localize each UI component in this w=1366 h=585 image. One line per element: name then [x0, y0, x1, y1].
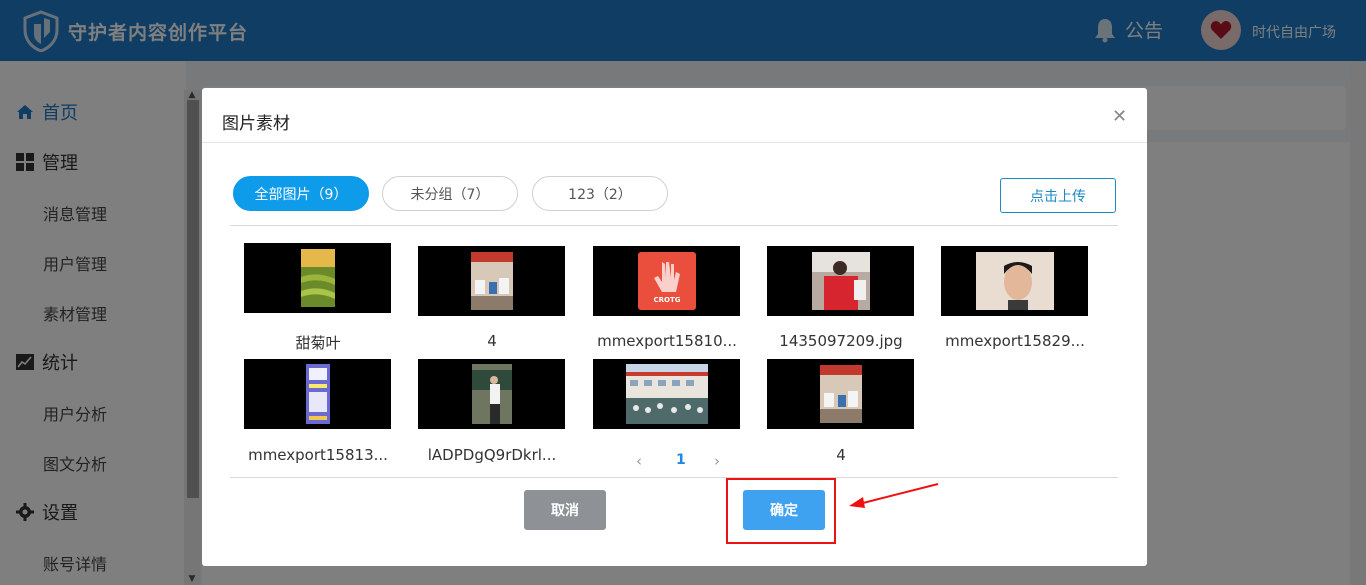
- image-thumb-9[interactable]: [767, 359, 914, 429]
- image-thumb-4[interactable]: [767, 246, 914, 316]
- divider: [230, 225, 1118, 226]
- dialog-title: 图片素材: [222, 114, 290, 134]
- tab-group-123[interactable]: 123（2）: [532, 176, 668, 211]
- highlight-box: [726, 478, 836, 544]
- image-caption: 甜菊叶: [295, 334, 341, 352]
- image-caption: lADPDgQ9rDkrl...: [427, 446, 557, 464]
- image-caption: 1435097209.jpg: [779, 332, 903, 350]
- tab-ungrouped[interactable]: 未分组（7）: [382, 176, 518, 211]
- divider: [202, 142, 1147, 143]
- cancel-button[interactable]: 取消: [524, 490, 606, 530]
- pagination-page[interactable]: 1: [676, 452, 686, 468]
- poster-image: [305, 364, 330, 424]
- image-thumb-7[interactable]: [418, 359, 565, 429]
- app-root: 守护者内容创作平台 公告 时代自由广场 首页: [0, 0, 1366, 585]
- image-thumb-8[interactable]: [593, 359, 740, 429]
- pagination-prev-icon[interactable]: ‹: [636, 452, 642, 470]
- red-arrow-icon: [849, 483, 939, 508]
- crotg-logo-image: CROTG: [637, 252, 696, 310]
- upload-button[interactable]: 点击上传: [1000, 178, 1116, 213]
- classroom-image: [470, 252, 513, 310]
- image-caption: 4: [836, 446, 846, 464]
- image-material-dialog: 图片素材 ✕ 全部图片（9） 未分组（7） 123（2） 点击上传 甜菊叶 4 …: [202, 88, 1147, 566]
- svg-text:CROTG: CROTG: [653, 296, 680, 304]
- classroom-image: [819, 365, 862, 423]
- image-thumb-5[interactable]: [941, 246, 1088, 316]
- field-sunset-image: [300, 249, 335, 307]
- image-thumb-3[interactable]: CROTG: [593, 246, 740, 316]
- image-thumb-1[interactable]: [244, 243, 391, 313]
- tab-all-images[interactable]: 全部图片（9）: [233, 176, 369, 211]
- pagination-next-icon[interactable]: ›: [714, 452, 720, 470]
- image-caption: mmexport15810...: [597, 332, 737, 350]
- image-thumb-2[interactable]: [418, 246, 565, 316]
- portrait-image: [975, 252, 1054, 310]
- image-caption: mmexport15829...: [945, 332, 1085, 350]
- image-thumb-6[interactable]: [244, 359, 391, 429]
- image-caption: mmexport15813...: [248, 446, 388, 464]
- divider: [230, 477, 1118, 478]
- image-caption: 4: [487, 332, 497, 350]
- close-icon[interactable]: ✕: [1112, 106, 1127, 127]
- people-photo-image: [811, 252, 870, 310]
- teacher-classroom-image: [471, 364, 512, 424]
- school-gathering-image: [625, 364, 708, 424]
